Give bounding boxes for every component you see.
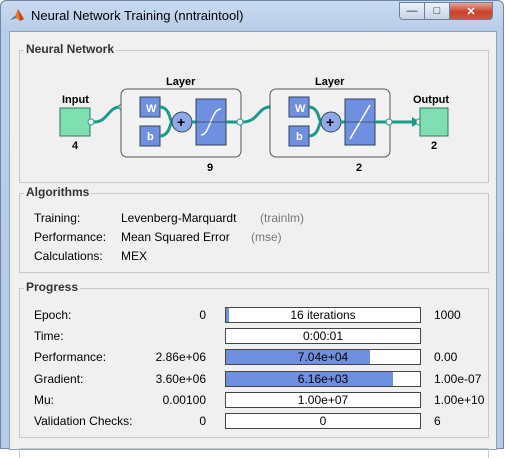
- performance-bar: 7.04e+04: [225, 349, 421, 365]
- epoch-start: 0: [199, 308, 206, 322]
- layer-1-w-label: W: [146, 103, 157, 115]
- epoch-label: Epoch:: [34, 308, 72, 322]
- epoch-bar-text: 16 iterations: [290, 308, 356, 322]
- title-bar[interactable]: Neural Network Training (nntraintool) — …: [1, 1, 503, 29]
- validation-checks-end: 6: [434, 414, 441, 428]
- layer-1-b-label: b: [147, 131, 154, 143]
- calculations-value: MEX: [121, 249, 148, 263]
- layer-2-title: Layer: [315, 76, 345, 88]
- training-note: (trainlm): [260, 211, 304, 225]
- output-node: [419, 107, 449, 137]
- layer-1-plus: +: [177, 114, 185, 130]
- time-bar: 0:00:01: [225, 328, 421, 344]
- client-area: Neural Network Input 4 Layer W b + 9 Lay…: [9, 31, 497, 458]
- minimize-button[interactable]: —: [399, 2, 425, 20]
- layer-2-size: 2: [356, 162, 362, 174]
- gradient-bar: 6.16e+03: [225, 371, 421, 387]
- matlab-logo-icon: [10, 9, 24, 21]
- gradient-start: 3.60e+06: [155, 372, 206, 386]
- validation-checks-bar: 0: [225, 413, 421, 429]
- epoch-bar: 16 iterations: [225, 307, 421, 323]
- layer-2-w-label: W: [295, 103, 306, 115]
- time-label: Time:: [34, 329, 64, 343]
- mu-bar-text: 1.00e+07: [297, 393, 349, 407]
- maximize-button[interactable]: □: [424, 2, 450, 20]
- algorithms-panel: Algorithms Training: Levenberg-Marquardt…: [19, 185, 489, 273]
- performance-start: 2.86e+06: [155, 350, 206, 364]
- performance-label: Performance:: [34, 230, 107, 244]
- layer-2-b-label: b: [296, 131, 303, 143]
- performance-value: Mean Squared Error: [121, 230, 230, 244]
- gradient-label: Gradient:: [34, 372, 84, 386]
- epoch-end: 1000: [434, 308, 461, 322]
- progress-panel: Progress Epoch: 0 16 iterations 1000 Tim…: [19, 280, 489, 438]
- training-value: Levenberg-Marquardt: [121, 211, 237, 225]
- performance-end: 0.00: [434, 350, 458, 364]
- validation-checks-label: Validation Checks:: [34, 414, 133, 428]
- mu-start: 0.00100: [162, 393, 206, 407]
- algorithms-title: Algorithms: [24, 185, 92, 199]
- mu-end: 1.00e+10: [434, 393, 485, 407]
- gradient-end: 1.00e-07: [434, 372, 482, 386]
- network-diagram: Input 4 Layer W b + 9 Layer W b + 2 Outp…: [59, 76, 449, 174]
- input-label: Input: [62, 94, 89, 106]
- performance-progress-label: Performance:: [34, 350, 107, 364]
- gradient-bar-text: 6.16e+03: [297, 372, 349, 386]
- performance-bar-text: 7.04e+04: [297, 350, 349, 364]
- close-button[interactable]: ✕: [449, 2, 493, 20]
- layer-2-plus: +: [326, 114, 334, 130]
- mu-label: Mu:: [34, 393, 55, 407]
- output-size: 2: [431, 140, 437, 152]
- calculations-label: Calculations:: [34, 249, 103, 263]
- validation-checks-bar-text: 0: [319, 414, 327, 428]
- time-bar-text: 0:00:01: [302, 329, 344, 343]
- window: Neural Network Training (nntraintool) — …: [0, 0, 504, 458]
- performance-note: (mse): [251, 230, 282, 244]
- input-node: [59, 107, 91, 137]
- training-label: Training:: [34, 211, 81, 225]
- progress-title: Progress: [24, 280, 81, 294]
- neural-network-panel: Neural Network Input 4 Layer W b + 9 Lay…: [19, 42, 489, 183]
- input-size: 4: [72, 140, 79, 152]
- layer-1-size: 9: [207, 162, 213, 174]
- layer-1-title: Layer: [166, 76, 196, 88]
- window-title: Neural Network Training (nntraintool): [31, 8, 244, 23]
- plots-panel-partial: [19, 448, 489, 458]
- validation-checks-start: 0: [199, 414, 206, 428]
- output-label: Output: [413, 94, 449, 106]
- mu-bar: 1.00e+07: [225, 392, 421, 408]
